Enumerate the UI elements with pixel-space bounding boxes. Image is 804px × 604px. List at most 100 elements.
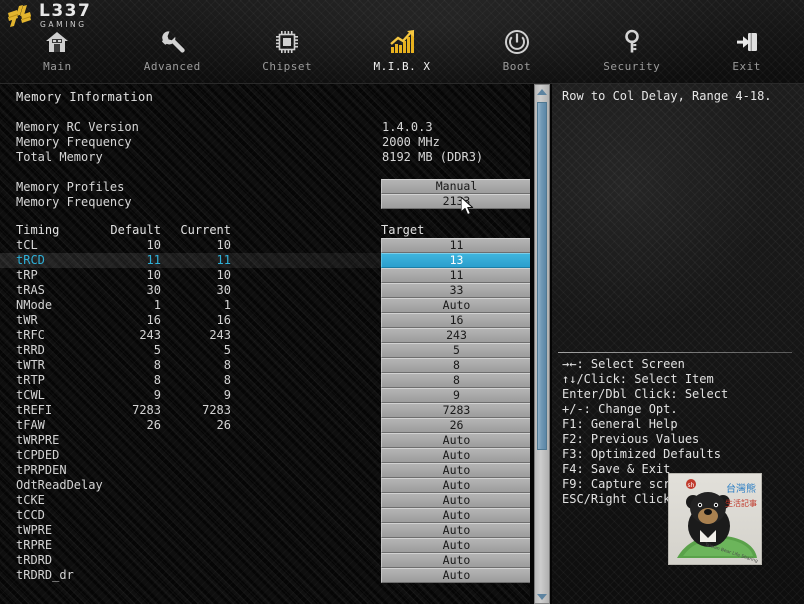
timing-name: tWPRE: [16, 523, 53, 537]
chart-up-icon: [389, 28, 416, 56]
timing-row-trcd[interactable]: tRCD 11 11 13: [0, 253, 530, 268]
timing-row-tras[interactable]: tRAS 30 30 33: [0, 283, 530, 298]
timing-current-value: 243: [209, 328, 231, 342]
svg-text:台灣熊: 台灣熊: [726, 482, 756, 495]
option-row-memory-frequency[interactable]: Memory Frequency 2133: [16, 194, 530, 211]
timing-row-trtp[interactable]: tRTP 8 8 8: [0, 373, 530, 388]
timing-row-tcwl[interactable]: tCWL 9 9 9: [0, 388, 530, 403]
timing-target-button[interactable]: 11: [381, 268, 530, 283]
keyboard-legend-line: ↑↓/Click: Select Item: [562, 372, 714, 386]
timing-target-button[interactable]: Auto: [381, 433, 530, 448]
timing-row-twtr[interactable]: tWTR 8 8 8: [0, 358, 530, 373]
timing-target-button[interactable]: 9: [381, 388, 530, 403]
timing-row-trrd[interactable]: tRRD 5 5 5: [0, 343, 530, 358]
home-icon: [44, 28, 70, 56]
nav-tab-label: Main: [43, 60, 72, 73]
timing-row-trdrd_dr[interactable]: tRDRD_dr Auto: [0, 568, 530, 583]
timing-name: tRRD: [16, 343, 45, 357]
timing-row-nmode[interactable]: NMode 1 1 Auto: [0, 298, 530, 313]
timing-target-button[interactable]: 13: [381, 253, 530, 268]
timing-target-button[interactable]: 5: [381, 343, 530, 358]
timing-target-button[interactable]: Auto: [381, 448, 530, 463]
timing-target-button[interactable]: Auto: [381, 568, 530, 583]
timing-target-button[interactable]: Auto: [381, 508, 530, 523]
scrollbar-thumb[interactable]: [537, 102, 547, 450]
timing-row-trp[interactable]: tRP 10 10 11: [0, 268, 530, 283]
timing-row-tprpden[interactable]: tPRPDEN Auto: [0, 463, 530, 478]
settings-pane: Memory Information Memory RC Version 1.4…: [0, 84, 530, 604]
content-area: Memory Information Memory RC Version 1.4…: [0, 84, 804, 604]
timing-row-tcke[interactable]: tCKE Auto: [0, 493, 530, 508]
timing-current-value: 9: [223, 388, 231, 402]
timing-target-button[interactable]: 7283: [381, 403, 530, 418]
nav-tab-label: Exit: [732, 60, 761, 73]
scroll-down-arrow-icon[interactable]: [535, 590, 549, 603]
timing-target-button[interactable]: Auto: [381, 553, 530, 568]
timing-target-button[interactable]: 16: [381, 313, 530, 328]
timing-target-button[interactable]: 8: [381, 358, 530, 373]
timing-row-odtreaddelay[interactable]: OdtReadDelay Auto: [0, 478, 530, 493]
column-header-current: Current: [180, 223, 231, 237]
timing-current-value: 8: [223, 373, 231, 387]
chip-icon: [274, 28, 300, 56]
timing-target-button[interactable]: Auto: [381, 478, 530, 493]
timing-target-button[interactable]: 8: [381, 373, 530, 388]
timing-target-button[interactable]: Auto: [381, 493, 530, 508]
nav-tab-security[interactable]: Security: [574, 26, 689, 84]
timing-row-twpre[interactable]: tWPRE Auto: [0, 523, 530, 538]
vertical-scrollbar[interactable]: [534, 84, 550, 604]
timing-name: tCKE: [16, 493, 45, 507]
keyboard-legend-line: →←: Select Screen: [562, 357, 685, 371]
timing-row-tfaw[interactable]: tFAW 26 26 26: [0, 418, 530, 433]
timing-current-value: 1: [223, 298, 231, 312]
timing-target-button[interactable]: 26: [381, 418, 530, 433]
timing-target-button[interactable]: 243: [381, 328, 530, 343]
option-label: Memory Profiles: [16, 180, 125, 194]
timing-target-button[interactable]: Auto: [381, 523, 530, 538]
info-value: 2000 MHz: [382, 135, 440, 149]
timing-row-trdrd[interactable]: tRDRD Auto: [0, 553, 530, 568]
taiwan-black-bear-sticker-icon: sh 台灣熊 生活記事 Taiwan Bear Life Sharing: [668, 473, 762, 565]
nav-tab-chipset[interactable]: Chipset: [230, 26, 345, 84]
nav-tab-label: Advanced: [143, 60, 201, 73]
timing-default-value: 8: [153, 373, 161, 387]
nav-tab-main[interactable]: Main: [0, 26, 115, 84]
timing-row-trefi[interactable]: tREFI 7283 7283 7283: [0, 403, 530, 418]
nav-tab-exit[interactable]: Exit: [689, 26, 804, 84]
memory-profiles-value-button[interactable]: Manual: [381, 179, 530, 194]
nav-tab-boot[interactable]: Boot: [459, 26, 574, 84]
timing-target-button[interactable]: Auto: [381, 538, 530, 553]
timing-name: tCCD: [16, 508, 45, 522]
timing-default-value: 9: [153, 388, 161, 402]
timing-target-button[interactable]: Auto: [381, 463, 530, 478]
timing-current-value: 26: [216, 418, 231, 432]
timing-name: tREFI: [16, 403, 53, 417]
timing-row-twrpre[interactable]: tWRPRE Auto: [0, 433, 530, 448]
timing-row-trpre[interactable]: tRPRE Auto: [0, 538, 530, 553]
timing-target-button[interactable]: Auto: [381, 298, 530, 313]
nav-tab-advanced[interactable]: Advanced: [115, 26, 230, 84]
nav-tab-m-i-b-x[interactable]: M.I.B. X: [345, 26, 460, 84]
timing-row-twr[interactable]: tWR 16 16 16: [0, 313, 530, 328]
info-row-total-memory: Total Memory 8192 MB (DDR3): [16, 150, 522, 165]
timing-default-value: 5: [153, 343, 161, 357]
svg-text:sh: sh: [688, 482, 695, 489]
nav-tab-label: Security: [603, 60, 661, 73]
timing-current-value: 5: [223, 343, 231, 357]
timing-name: tRCD: [16, 253, 45, 267]
timing-target-button[interactable]: 33: [381, 283, 530, 298]
timing-row-tccd[interactable]: tCCD Auto: [0, 508, 530, 523]
svg-text:生活記事: 生活記事: [725, 498, 757, 508]
timing-row-tcl[interactable]: tCL 10 10 11: [0, 238, 530, 253]
keyboard-legend-line: F3: Optimized Defaults: [562, 447, 721, 461]
timing-row-trfc[interactable]: tRFC 243 243 243: [0, 328, 530, 343]
timing-name: NMode: [16, 298, 53, 312]
info-value: 8192 MB (DDR3): [382, 150, 484, 164]
timing-name: tWTR: [16, 358, 45, 372]
timing-target-button[interactable]: 11: [381, 238, 530, 253]
main-nav-tabs[interactable]: Main Advanced Chipset M.I.B. X Boot Security E…: [0, 26, 804, 84]
memory-frequency-value-button[interactable]: 2133: [381, 194, 530, 209]
timing-name: tRP: [16, 268, 38, 282]
scroll-up-arrow-icon[interactable]: [535, 85, 549, 98]
timing-row-tcpded[interactable]: tCPDED Auto: [0, 448, 530, 463]
